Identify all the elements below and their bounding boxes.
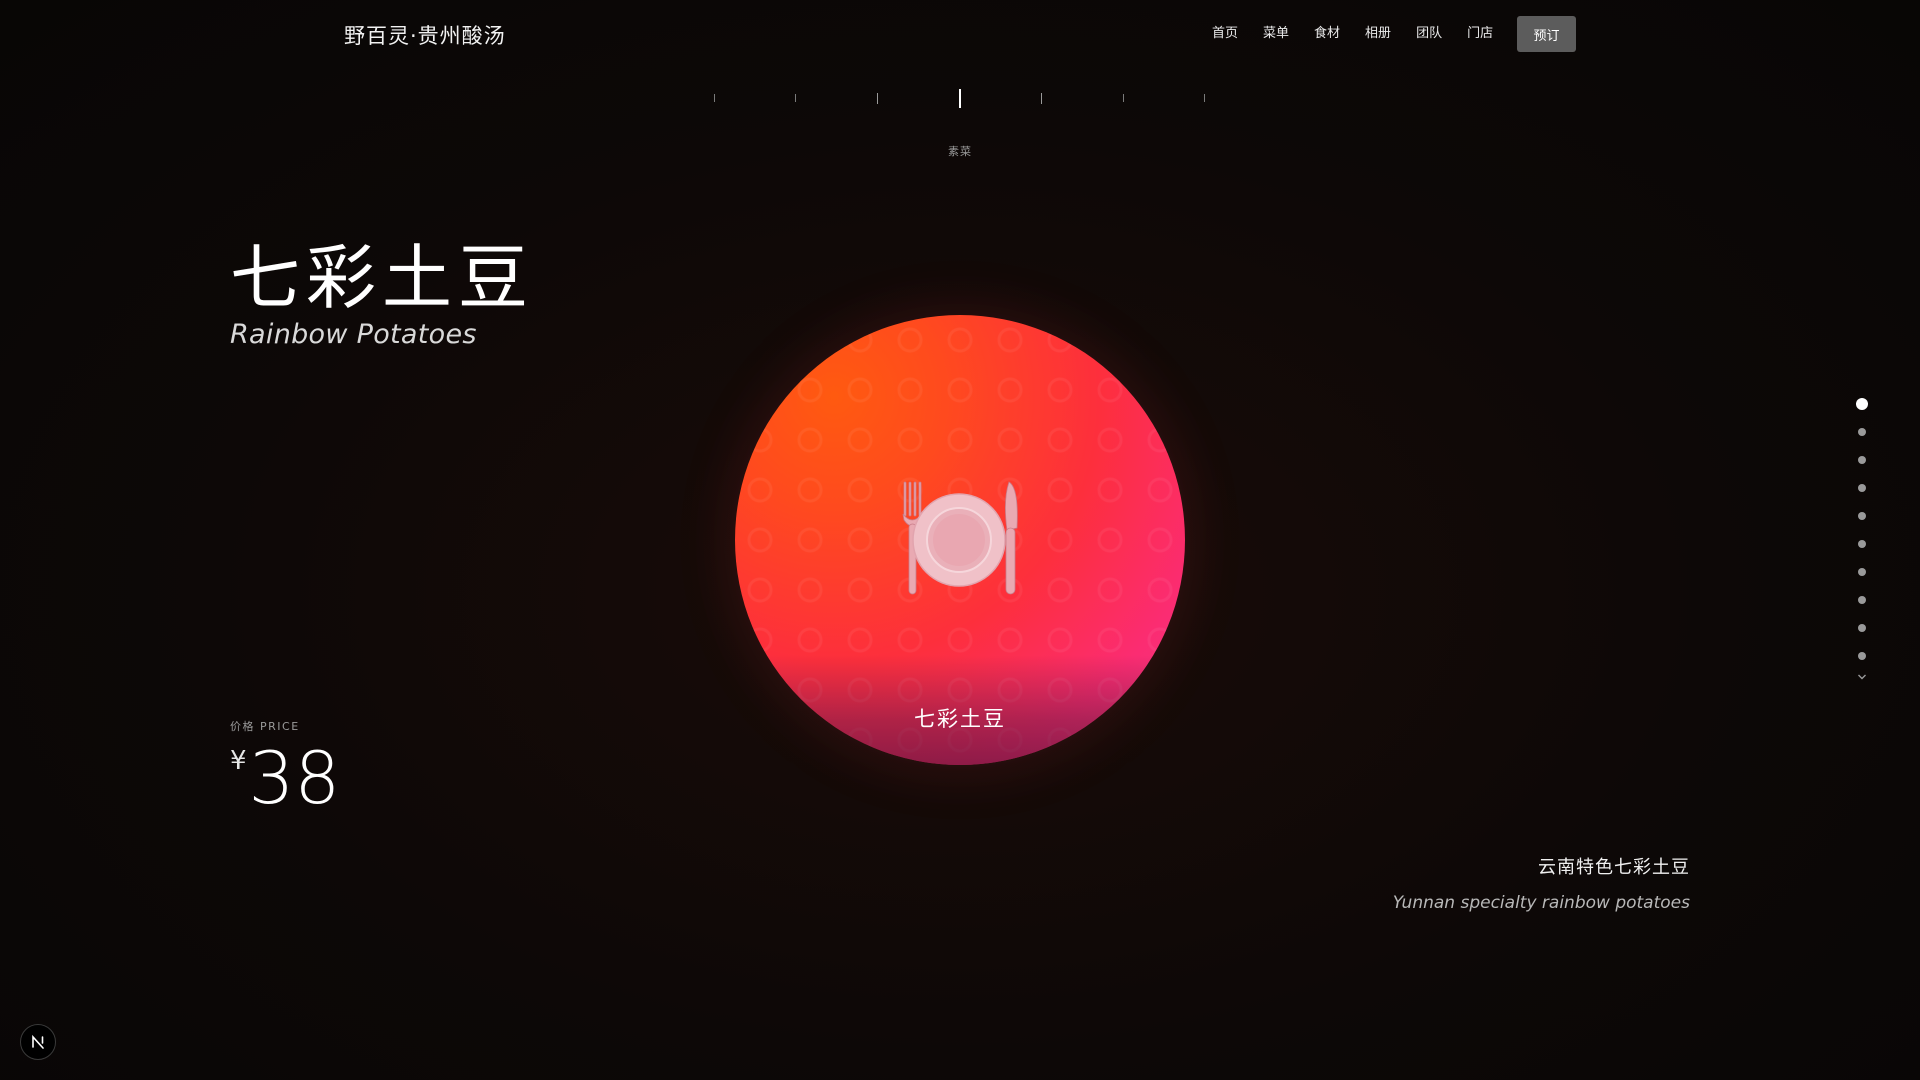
dish-title: 七彩土豆 bbox=[230, 237, 534, 319]
pager-dot[interactable] bbox=[1858, 512, 1866, 520]
n-logo-icon[interactable] bbox=[20, 1024, 56, 1060]
nav-home[interactable]: 首页 bbox=[1212, 24, 1238, 44]
dish-subtitle: Rainbow Potatoes bbox=[230, 319, 477, 350]
pager-dot[interactable] bbox=[1858, 428, 1866, 436]
n-logo-glyph bbox=[32, 1034, 44, 1049]
nav-stores[interactable]: 门店 bbox=[1467, 24, 1493, 44]
dish-image-caption: 七彩土豆 bbox=[914, 707, 1006, 731]
pager-dot[interactable] bbox=[1858, 484, 1866, 492]
pager-dot[interactable] bbox=[1858, 624, 1866, 632]
nav-menu[interactable]: 菜单 bbox=[1263, 24, 1289, 44]
page: 野百灵·贵州酸汤 首页 菜单 食材 相册 团队 门店 预订 素菜 七彩土豆 Ra… bbox=[0, 0, 1920, 1080]
pager-dot[interactable] bbox=[1858, 568, 1866, 576]
book-button[interactable]: 预订 bbox=[1517, 16, 1576, 52]
category-tick[interactable] bbox=[1041, 93, 1042, 104]
pager-dot[interactable] bbox=[1858, 540, 1866, 548]
pager-dot[interactable] bbox=[1858, 652, 1866, 660]
main-nav: 首页 菜单 食材 相册 团队 门店 bbox=[1212, 24, 1493, 44]
fork-knife-plate-icon bbox=[902, 481, 1018, 595]
nav-ingredients[interactable]: 食材 bbox=[1314, 24, 1340, 44]
chevron-down-icon[interactable] bbox=[1857, 672, 1867, 682]
category-tick-active[interactable] bbox=[959, 89, 961, 108]
category-tick[interactable] bbox=[1123, 94, 1124, 102]
category-tick[interactable] bbox=[714, 94, 715, 102]
price-value: 38 bbox=[248, 736, 341, 820]
category-label: 素菜 bbox=[948, 145, 972, 158]
price: ¥ 38 bbox=[230, 738, 340, 818]
category-tick[interactable] bbox=[795, 94, 796, 102]
brand-logo[interactable]: 野百灵·贵州酸汤 bbox=[344, 20, 506, 50]
price-label: 价格 PRICE bbox=[230, 720, 300, 733]
dish-description-cn: 云南特色七彩土豆 bbox=[1538, 857, 1690, 878]
pager-dot[interactable] bbox=[1858, 456, 1866, 464]
pager-dot[interactable] bbox=[1858, 596, 1866, 604]
currency-symbol: ¥ bbox=[230, 746, 247, 776]
nav-team[interactable]: 团队 bbox=[1416, 24, 1442, 44]
category-ruler[interactable] bbox=[0, 88, 1920, 112]
category-tick[interactable] bbox=[877, 93, 878, 104]
nav-gallery[interactable]: 相册 bbox=[1365, 24, 1391, 44]
dish-image-circle[interactable]: 七彩土豆 bbox=[735, 315, 1185, 765]
dish-description-en: Yunnan specialty rainbow potatoes bbox=[1392, 893, 1690, 913]
pager-dot-active[interactable] bbox=[1856, 398, 1868, 410]
category-tick[interactable] bbox=[1204, 94, 1205, 102]
